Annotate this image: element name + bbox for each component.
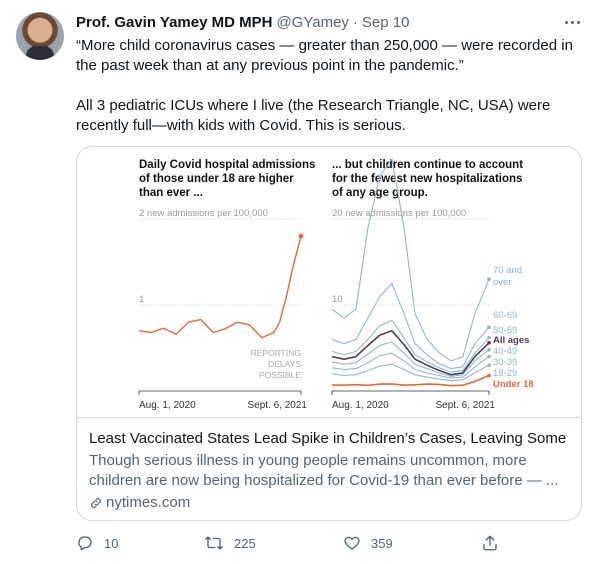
more-options-icon[interactable] bbox=[562, 14, 582, 30]
y-tick-label: 10 bbox=[332, 294, 343, 305]
annotation-reporting-delays: POSSIBLE bbox=[259, 370, 301, 380]
avatar[interactable] bbox=[16, 12, 64, 60]
author-handle[interactable]: @GYamey bbox=[276, 14, 348, 31]
share-button[interactable] bbox=[481, 534, 499, 552]
y-tick-label: 20 new admissions per 100,000 bbox=[332, 208, 466, 219]
card-body[interactable]: Least Vaccinated States Lead Spike in Ch… bbox=[89, 419, 569, 513]
chart-title-line: of those under 18 are higher bbox=[139, 173, 294, 185]
series-label-all-ages: All ages bbox=[493, 335, 529, 346]
tweet-paragraph: “More child coronavirus cases — greater … bbox=[76, 37, 573, 74]
link-card[interactable]: Daily Covid hospital admissions of those … bbox=[76, 146, 582, 521]
x-tick-label: Sept. 6, 2021 bbox=[436, 400, 496, 411]
endpoint-40-49 bbox=[487, 347, 491, 352]
share-icon bbox=[483, 535, 497, 551]
annotation-reporting-delays: REPORTING bbox=[251, 348, 301, 358]
tweet-paragraph: All 3 pediatric ICUs where I live (the R… bbox=[76, 97, 551, 134]
card-domain-text: nytimes.com bbox=[106, 494, 191, 511]
x-tick-label: Sept. 6, 2021 bbox=[248, 400, 308, 411]
endpoint-18-29 bbox=[487, 363, 491, 367]
separator-dot: · bbox=[352, 13, 358, 31]
reply-count: 10 bbox=[104, 535, 119, 551]
x-tick-label: Aug. 1, 2020 bbox=[139, 400, 196, 411]
series-label-30-39: 30-39 bbox=[493, 357, 517, 368]
annotation-reporting-delays: DELAYS bbox=[268, 359, 301, 369]
card-image[interactable]: Daily Covid hospital admissions of those … bbox=[77, 147, 581, 418]
like-button[interactable]: 359 bbox=[343, 534, 393, 552]
card-description: Though serious illness in young people r… bbox=[89, 452, 559, 489]
endpoint-all-ages bbox=[487, 341, 491, 345]
tweet-date[interactable]: Sep 10 bbox=[362, 14, 410, 31]
chart-title-line: for the fewest new hospitalizations bbox=[332, 173, 522, 185]
chart-title-line: of any age group. bbox=[332, 187, 428, 199]
line-under-18 bbox=[138, 236, 302, 339]
reply-icon bbox=[78, 536, 92, 551]
chart-title-line: ... but children continue to account bbox=[332, 159, 523, 171]
series-label-40-49: 40-49 bbox=[493, 346, 517, 357]
chart-title-line: than ever ... bbox=[139, 187, 203, 199]
endpoint-50-59 bbox=[487, 335, 491, 340]
endpoint-under-18 bbox=[487, 373, 491, 378]
endpoint-60-69 bbox=[487, 325, 491, 330]
line-under-18 bbox=[331, 374, 490, 387]
tweet-header: Prof. Gavin Yamey MD MPH @GYamey · Sep 1… bbox=[76, 11, 582, 33]
y-tick-label: 1 bbox=[139, 294, 144, 305]
endpoint-70-and-over bbox=[487, 277, 491, 281]
series-label-70-and-over: over bbox=[493, 277, 511, 288]
link-icon bbox=[91, 498, 101, 508]
endpoint-30-39 bbox=[487, 354, 491, 359]
endpoint-under-18 bbox=[298, 233, 304, 239]
series-label-under-18: Under 18 bbox=[493, 379, 534, 390]
series-label-70-and-over: 70 and bbox=[493, 265, 522, 276]
heart-icon bbox=[344, 536, 360, 550]
action-bar: 10 225 359 bbox=[76, 532, 516, 554]
chart-title-line: Daily Covid hospital admissions bbox=[139, 159, 315, 171]
series-label-60-69: 60-69 bbox=[493, 310, 517, 321]
y-tick-label: 2 new admissions per 100,000 bbox=[139, 208, 268, 219]
card-title: Least Vaccinated States Lead Spike in Ch… bbox=[89, 430, 569, 447]
author-name[interactable]: Prof. Gavin Yamey MD MPH bbox=[76, 14, 272, 31]
covid-charts: Daily Covid hospital admissions of those … bbox=[138, 158, 534, 411]
tweet-text: “More child coronavirus cases — greater … bbox=[76, 36, 582, 136]
card-domain: nytimes.com bbox=[89, 493, 569, 513]
retweet-button[interactable]: 225 bbox=[204, 534, 256, 552]
x-tick-label: Aug. 1, 2020 bbox=[332, 400, 389, 411]
series-label-18-29: 18-29 bbox=[493, 368, 517, 379]
retweet-icon bbox=[205, 536, 223, 550]
like-count: 359 bbox=[371, 535, 393, 551]
retweet-count: 225 bbox=[234, 535, 256, 551]
reply-button[interactable]: 10 bbox=[76, 534, 118, 552]
